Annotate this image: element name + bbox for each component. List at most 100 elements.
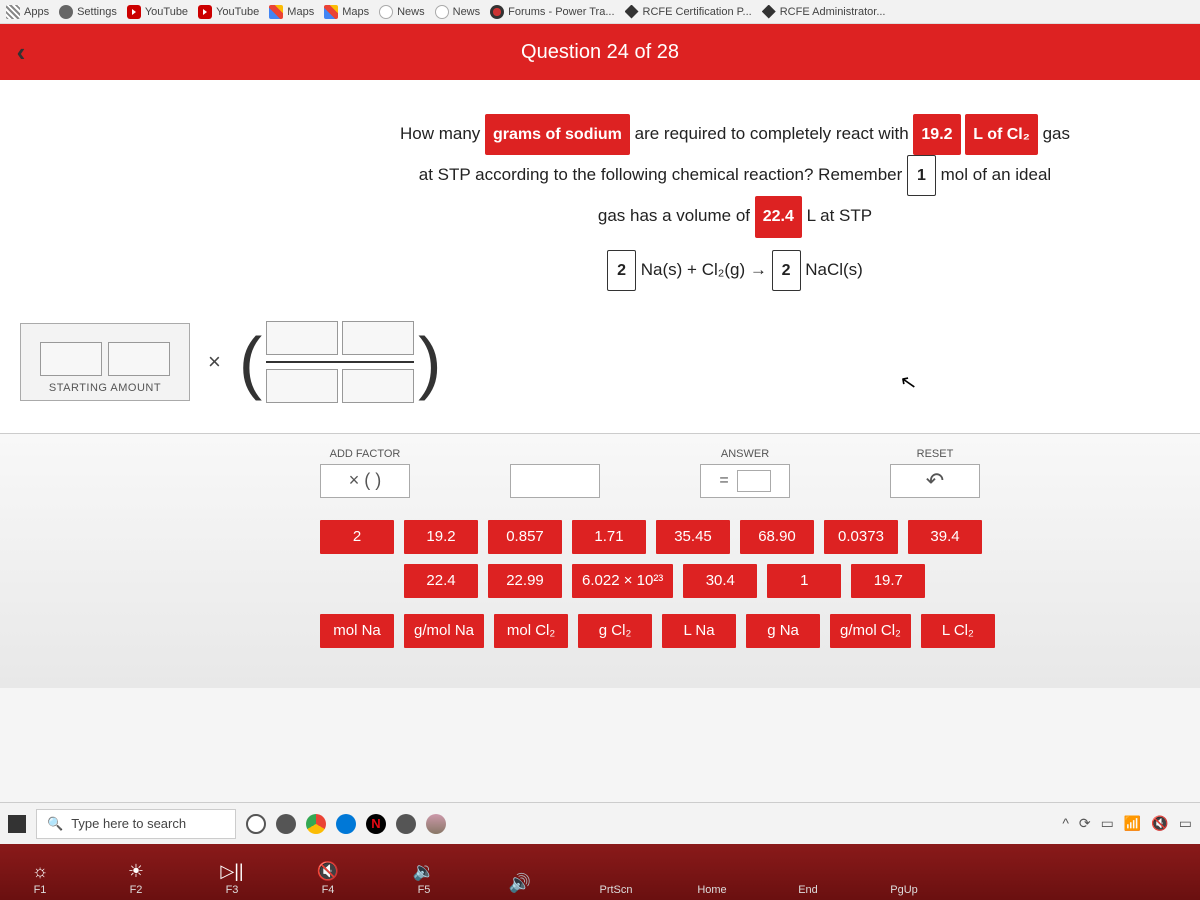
settings-icon[interactable] bbox=[396, 814, 416, 834]
bookmark-settings[interactable]: Settings bbox=[59, 5, 117, 19]
start-button[interactable] bbox=[8, 815, 26, 833]
tile-unit[interactable]: mol Cl₂ bbox=[494, 614, 568, 648]
tile-number[interactable]: 35.45 bbox=[656, 520, 730, 554]
youtube-icon bbox=[127, 5, 141, 19]
starting-amount-label: STARTING AMOUNT bbox=[29, 382, 181, 394]
store-icon[interactable] bbox=[336, 814, 356, 834]
denominator-value-input[interactable] bbox=[266, 369, 338, 403]
key-f6: 🔊 bbox=[490, 873, 550, 896]
bookmark-label: Settings bbox=[77, 6, 117, 18]
back-button[interactable]: ‹ bbox=[6, 37, 36, 68]
bookmark-label: Forums - Power Tra... bbox=[508, 6, 614, 18]
bookmark-news-2[interactable]: News bbox=[435, 5, 481, 19]
key-prtscn: PrtScn bbox=[586, 882, 646, 896]
chip-coef-nacl[interactable]: 2 bbox=[772, 250, 801, 291]
bookmark-news[interactable]: News bbox=[379, 5, 425, 19]
tile-unit[interactable]: mol Na bbox=[320, 614, 394, 648]
chip-coef-na[interactable]: 2 bbox=[607, 250, 636, 291]
right-paren-icon: ) bbox=[418, 334, 441, 390]
key-label: PgUp bbox=[890, 884, 918, 896]
tile-number[interactable]: 68.90 bbox=[740, 520, 814, 554]
number-tile-row-1: 2 19.2 0.857 1.71 35.45 68.90 0.0373 39.… bbox=[320, 520, 1180, 554]
chip-one-mol[interactable]: 1 bbox=[907, 155, 936, 196]
tray-notification-icon[interactable]: ▭ bbox=[1179, 815, 1192, 832]
search-placeholder: Type here to search bbox=[71, 816, 186, 831]
bookmark-rcfe-cert[interactable]: RCFE Certification P... bbox=[625, 5, 752, 19]
question-text: at STP according to the following chemic… bbox=[419, 165, 907, 184]
bookmark-label: RCFE Administrator... bbox=[780, 6, 886, 18]
tile-unit[interactable]: g Na bbox=[746, 614, 820, 648]
bookmark-forums[interactable]: Forums - Power Tra... bbox=[490, 5, 614, 19]
bookmark-rcfe-admin[interactable]: RCFE Administrator... bbox=[762, 5, 886, 19]
bookmark-maps[interactable]: Maps bbox=[269, 5, 314, 19]
tile-number[interactable]: 30.4 bbox=[683, 564, 757, 598]
tile-unit[interactable]: g Cl₂ bbox=[578, 614, 652, 648]
netflix-icon[interactable]: N bbox=[366, 814, 386, 834]
question-text: gas has a volume of bbox=[598, 206, 755, 225]
news-icon bbox=[379, 5, 393, 19]
task-view-icon[interactable] bbox=[276, 814, 296, 834]
starting-amount-value-input[interactable] bbox=[40, 342, 102, 376]
fraction-bar bbox=[266, 361, 414, 363]
bookmark-youtube[interactable]: YouTube bbox=[127, 5, 188, 19]
numerator-value-input[interactable] bbox=[266, 321, 338, 355]
chip-volume-value[interactable]: 19.2 bbox=[913, 114, 960, 155]
tile-number[interactable]: 0.857 bbox=[488, 520, 562, 554]
question-counter: Question 24 of 28 bbox=[521, 41, 679, 64]
tile-number[interactable]: 1.71 bbox=[572, 520, 646, 554]
unit-tile-row: mol Na g/mol Na mol Cl₂ g Cl₂ L Na g Na … bbox=[320, 614, 1180, 648]
tray-sync-icon[interactable]: ⟳ bbox=[1079, 815, 1091, 832]
answer-label: ANSWER bbox=[721, 448, 769, 460]
key-end: End bbox=[778, 882, 838, 896]
starting-amount-unit-input[interactable] bbox=[108, 342, 170, 376]
tile-number[interactable]: 0.0373 bbox=[824, 520, 898, 554]
tile-number[interactable]: 1 bbox=[767, 564, 841, 598]
tile-unit[interactable]: g/mol Cl₂ bbox=[830, 614, 911, 648]
tile-number[interactable]: 22.4 bbox=[404, 564, 478, 598]
volume-up-icon: 🔊 bbox=[509, 873, 531, 894]
bookmark-youtube-2[interactable]: YouTube bbox=[198, 5, 259, 19]
maps-icon bbox=[324, 5, 338, 19]
bookmark-label: YouTube bbox=[145, 6, 188, 18]
keyboard-row: ☼F1 ☀F2 ▷||F3 🔇F4 🔉F5 🔊 PrtScn Home End … bbox=[0, 844, 1200, 900]
volume-down-icon: 🔉 bbox=[413, 861, 435, 882]
system-tray: ^ ⟳ ▭ 📶 🔇 ▭ bbox=[1062, 815, 1192, 832]
answer-field[interactable] bbox=[737, 470, 771, 492]
bookmark-label: News bbox=[397, 6, 425, 18]
tile-number[interactable]: 2 bbox=[320, 520, 394, 554]
tile-number[interactable]: 19.7 bbox=[851, 564, 925, 598]
question-header: ‹ Question 24 of 28 bbox=[0, 24, 1200, 80]
reset-icon: ↶ bbox=[926, 468, 944, 494]
tray-volume-icon[interactable]: 🔇 bbox=[1151, 815, 1168, 832]
question-text: are required to completely react with bbox=[635, 124, 914, 143]
app-icon[interactable] bbox=[426, 814, 446, 834]
denominator-unit-input[interactable] bbox=[342, 369, 414, 403]
tile-unit[interactable]: g/mol Na bbox=[404, 614, 484, 648]
numerator-unit-input[interactable] bbox=[342, 321, 414, 355]
tile-number[interactable]: 22.99 bbox=[488, 564, 562, 598]
tray-wifi-icon[interactable]: 📶 bbox=[1124, 815, 1141, 832]
bookmark-apps[interactable]: Apps bbox=[6, 5, 49, 19]
chip-grams-sodium[interactable]: grams of sodium bbox=[485, 114, 630, 155]
tile-number[interactable]: 39.4 bbox=[908, 520, 982, 554]
bookmark-maps-2[interactable]: Maps bbox=[324, 5, 369, 19]
add-factor-button[interactable]: × ( ) bbox=[320, 464, 410, 498]
reset-button[interactable]: ↶ bbox=[890, 464, 980, 498]
bookmarks-bar: Apps Settings YouTube YouTube Maps Maps … bbox=[0, 0, 1200, 24]
tile-number[interactable]: 19.2 bbox=[404, 520, 478, 554]
add-factor-symbol: × ( ) bbox=[349, 470, 382, 491]
rcfe-icon bbox=[762, 5, 776, 19]
tile-number[interactable]: 6.022 × 10²³ bbox=[572, 564, 673, 598]
cortana-icon[interactable] bbox=[246, 814, 266, 834]
chrome-icon[interactable] bbox=[306, 814, 326, 834]
chip-l-cl2[interactable]: L of Cl₂ bbox=[965, 114, 1038, 155]
tile-unit[interactable]: L Na bbox=[662, 614, 736, 648]
chip-molar-volume[interactable]: 22.4 bbox=[755, 196, 802, 237]
conversion-factor: ( ) bbox=[239, 321, 442, 403]
tray-battery-icon[interactable]: ▭ bbox=[1101, 815, 1114, 832]
tile-unit[interactable]: L Cl₂ bbox=[921, 614, 995, 648]
equation-text: Na(s) + Cl₂(g) → bbox=[641, 260, 772, 279]
left-paren-icon: ( bbox=[239, 334, 262, 390]
taskbar-search[interactable]: 🔍 Type here to search bbox=[36, 809, 236, 839]
tray-chevron-icon[interactable]: ^ bbox=[1062, 815, 1069, 832]
